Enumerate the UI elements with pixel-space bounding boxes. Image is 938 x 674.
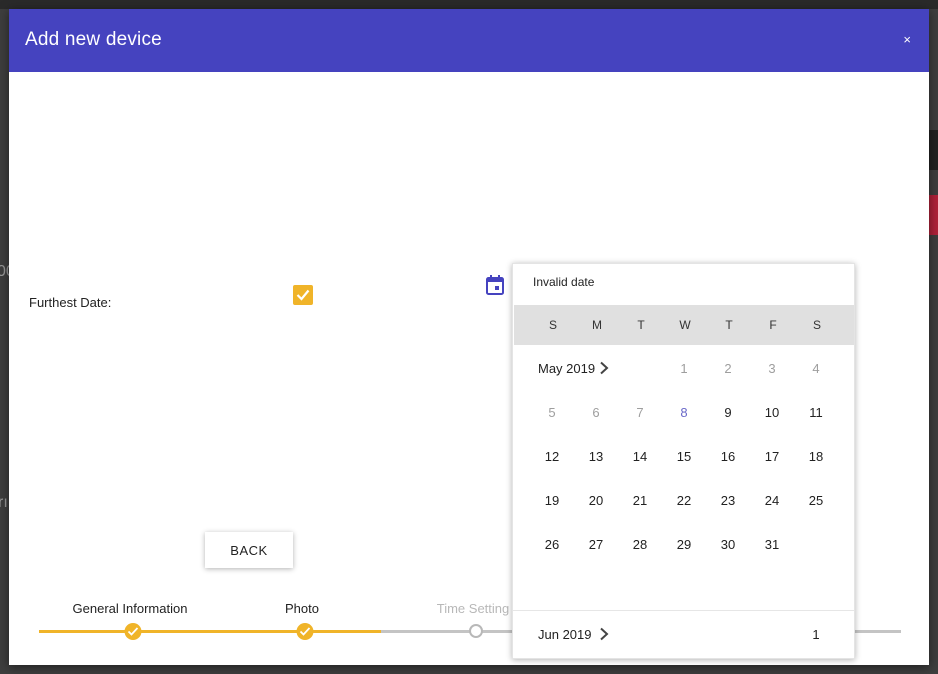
date-picker-popup: Invalid date SMTWTFS May 2019 1 2 3 4 5 6 7 8 9 10… [512, 263, 855, 659]
calendar-day[interactable]: 29 [669, 537, 699, 552]
weekday-label: M [592, 318, 602, 332]
calendar-day[interactable]: 19 [537, 493, 567, 508]
check-icon [127, 627, 139, 636]
dialog-title: Add new device [25, 29, 162, 50]
close-icon[interactable]: × [903, 33, 911, 47]
month-divider [513, 610, 854, 611]
chevron-right-icon[interactable] [599, 361, 609, 375]
calendar-day[interactable]: 14 [625, 449, 655, 464]
calendar-day[interactable]: 10 [757, 405, 787, 420]
calendar-day[interactable]: 5 [537, 405, 567, 420]
calendar-day[interactable]: 25 [801, 493, 831, 508]
background-topbar [0, 0, 938, 9]
calendar-day[interactable]: 16 [713, 449, 743, 464]
calendar-day[interactable]: 20 [581, 493, 611, 508]
weekday-label: T [637, 318, 645, 332]
step-marker-time-setting [469, 624, 483, 638]
back-button[interactable]: BACK [205, 532, 293, 568]
stepper-progress [39, 630, 381, 633]
calendar-day[interactable]: 7 [625, 405, 655, 420]
background-red-bar [929, 195, 938, 235]
calendar-icon[interactable] [485, 274, 505, 301]
calendar-day[interactable]: 23 [713, 493, 743, 508]
weekday-label: T [725, 318, 733, 332]
step-label-time-setting: Time Setting [436, 601, 510, 616]
calendar-day[interactable]: 11 [801, 405, 831, 420]
calendar-day[interactable]: 28 [625, 537, 655, 552]
weekday-header: SMTWTFS [514, 305, 854, 345]
weekday-label: S [548, 318, 557, 332]
calendar-day[interactable]: 13 [581, 449, 611, 464]
check-icon [296, 289, 310, 301]
date-picker-value: Invalid date [533, 275, 595, 289]
calendar-day[interactable]: 1 [669, 361, 699, 376]
calendar-day[interactable]: 1 [801, 627, 831, 642]
calendar-day[interactable]: 22 [669, 493, 699, 508]
background-panel [929, 130, 938, 170]
month-label: May 2019 [538, 361, 596, 376]
step-label-general-information: General Information [72, 601, 188, 616]
calendar-day[interactable]: 8 [669, 405, 699, 420]
calendar-day[interactable]: 26 [537, 537, 567, 552]
calendar-day[interactable]: 9 [713, 405, 743, 420]
calendar-day[interactable]: 24 [757, 493, 787, 508]
weekday-label: F [769, 318, 777, 332]
weekday-label: W [679, 318, 691, 332]
month-label: Jun 2019 [538, 627, 592, 642]
calendar-day[interactable]: 27 [581, 537, 611, 552]
calendar-day[interactable]: 31 [757, 537, 787, 552]
calendar-day[interactable]: 15 [669, 449, 699, 464]
calendar-day[interactable]: 21 [625, 493, 655, 508]
step-label-photo: Photo [285, 601, 319, 616]
step-marker-photo [296, 623, 314, 640]
furthest-date-label: Furthest Date: [29, 295, 112, 310]
step-marker-general-information [124, 623, 142, 640]
calendar-day[interactable]: 12 [537, 449, 567, 464]
furthest-date-checkbox[interactable] [293, 285, 313, 305]
weekday-label: S [812, 318, 821, 332]
calendar-day[interactable]: 4 [801, 361, 831, 376]
dialog-header: Add new device × [9, 9, 929, 72]
calendar-day[interactable]: 3 [757, 361, 787, 376]
chevron-right-icon[interactable] [599, 627, 609, 641]
calendar-day[interactable]: 6 [581, 405, 611, 420]
calendar-day[interactable]: 18 [801, 449, 831, 464]
check-icon [299, 627, 311, 636]
background-fragment: rı [0, 494, 8, 511]
calendar-day[interactable]: 2 [713, 361, 743, 376]
calendar-day[interactable]: 30 [713, 537, 743, 552]
calendar-day[interactable]: 17 [757, 449, 787, 464]
